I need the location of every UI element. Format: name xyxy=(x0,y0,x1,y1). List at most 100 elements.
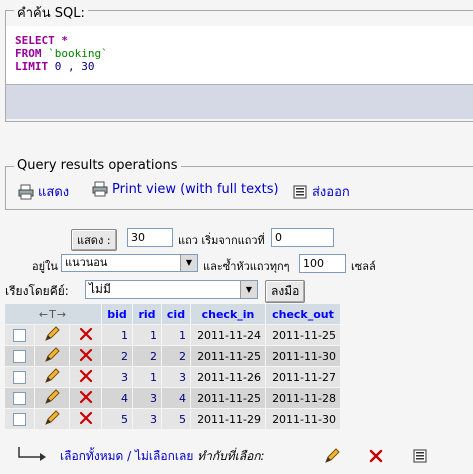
column-header-bid[interactable]: bid xyxy=(102,304,132,324)
delete-cell xyxy=(70,325,101,345)
print-link[interactable]: แสดง xyxy=(18,181,69,202)
row-select-cell xyxy=(5,346,35,366)
edit-cell xyxy=(35,325,70,345)
export-icon xyxy=(292,184,308,200)
delete-cell xyxy=(70,409,101,429)
start-row-input[interactable]: 0 xyxy=(271,228,334,247)
table-row: 2 2 2 2011-11-25 2011-11-30 xyxy=(5,346,340,366)
column-header-cid[interactable]: cid xyxy=(162,304,190,324)
table-row: 3 1 3 2011-11-26 2011-11-27 xyxy=(5,367,340,387)
row-select-cell xyxy=(5,367,35,387)
start-row-label: แถว เริ่มจากแถวที่ xyxy=(178,234,265,247)
cell-rid: 3 xyxy=(133,388,161,408)
delete-icon[interactable] xyxy=(79,327,93,344)
cell-bid: 4 xyxy=(102,388,132,408)
cell-check-in: 2011-11-25 xyxy=(191,346,265,366)
edit-icon[interactable] xyxy=(44,367,60,387)
cell-cid: 2 xyxy=(162,346,190,366)
table-row: 5 3 5 2011-11-29 2011-11-30 xyxy=(5,409,340,429)
table-row: 1 1 1 2011-11-24 2011-11-25 xyxy=(5,325,340,345)
edit-cell xyxy=(35,346,70,366)
print-view-link[interactable]: Print view (with full texts) xyxy=(92,181,279,197)
delete-icon[interactable] xyxy=(79,348,93,365)
row-checkbox[interactable] xyxy=(13,370,27,384)
edit-cell xyxy=(35,367,70,387)
delete-icon[interactable] xyxy=(79,390,93,407)
sort-key-select[interactable]: ไม่มี ▼ xyxy=(85,280,258,299)
edit-icon[interactable] xyxy=(44,388,60,408)
export-selected-icon[interactable] xyxy=(412,448,428,467)
sql-line-limit: LIMIT 0 , 30 xyxy=(15,60,95,73)
cell-check-out: 2011-11-28 xyxy=(266,388,340,408)
select-arrow-icon xyxy=(18,447,48,464)
cell-bid: 3 xyxy=(102,367,132,387)
export-link[interactable]: ส่งออก xyxy=(292,181,350,202)
cell-check-out: 2011-11-30 xyxy=(266,346,340,366)
edit-icon[interactable] xyxy=(44,346,60,366)
row-checkbox[interactable] xyxy=(13,412,27,426)
edit-cell xyxy=(35,388,70,408)
table-header-row: ←T→ bid rid cid check_in check_out xyxy=(5,304,340,324)
row-checkbox[interactable] xyxy=(13,391,27,405)
sort-key-label: เรียงโดยคีย์: xyxy=(5,284,69,298)
display-mode-select[interactable]: แนวนอน ▼ xyxy=(61,254,198,272)
cell-rid: 3 xyxy=(133,409,161,429)
chevron-down-icon: ▼ xyxy=(240,281,257,298)
cell-bid: 5 xyxy=(102,409,132,429)
table-row: 4 3 4 2011-11-25 2011-11-28 xyxy=(5,388,340,408)
display-mode-label: อยู่ใน xyxy=(32,260,58,273)
cell-cid: 4 xyxy=(162,388,190,408)
cell-cid: 1 xyxy=(162,325,190,345)
delete-icon[interactable] xyxy=(79,411,93,428)
cell-rid: 1 xyxy=(133,325,161,345)
sql-line-from: FROM `booking` xyxy=(15,47,108,60)
column-header-check-in[interactable]: check_in xyxy=(191,304,265,324)
edit-cell xyxy=(35,409,70,429)
column-navigation[interactable]: ←T→ xyxy=(5,304,101,324)
footer-actions: เลือกทั้งหมด / ไม่เลือกเลย ทำกับที่เลือก… xyxy=(60,449,265,463)
print-view-icon xyxy=(92,181,108,197)
row-checkbox[interactable] xyxy=(13,328,27,342)
delete-selected-icon[interactable] xyxy=(368,448,384,467)
delete-icon[interactable] xyxy=(79,369,93,386)
edit-icon[interactable] xyxy=(44,409,60,429)
cell-bid: 2 xyxy=(102,346,132,366)
with-selected-label: ทำกับที่เลือก: xyxy=(197,449,265,463)
row-select-cell xyxy=(5,409,35,429)
print-icon xyxy=(18,184,34,200)
results-table: ←T→ bid rid cid check_in check_out 1 1 1 20… xyxy=(4,303,341,430)
column-header-rid[interactable]: rid xyxy=(133,304,161,324)
rows-count-input[interactable]: 30 xyxy=(127,228,173,247)
repeat-headers-input[interactable]: 100 xyxy=(299,254,346,273)
sql-toolbar xyxy=(6,84,473,119)
cell-check-in: 2011-11-25 xyxy=(191,388,265,408)
repeat-headers-label: และซ้ำหัวแถวทุกๆ xyxy=(203,260,290,273)
delete-cell xyxy=(70,367,101,387)
cell-bid: 1 xyxy=(102,325,132,345)
cell-cid: 5 xyxy=(162,409,190,429)
go-button[interactable]: ลงมือ xyxy=(265,280,306,303)
cells-label: เซลล์ xyxy=(351,260,376,273)
sql-query-legend: คำค้น SQL: xyxy=(14,2,88,23)
cell-check-in: 2011-11-26 xyxy=(191,367,265,387)
chevron-down-icon: ▼ xyxy=(180,255,197,271)
cell-check-out: 2011-11-25 xyxy=(266,325,340,345)
edit-selected-icon[interactable] xyxy=(324,448,340,467)
row-select-cell xyxy=(5,388,35,408)
column-header-check-out[interactable]: check_out xyxy=(266,304,340,324)
sql-line-select: SELECT * xyxy=(15,34,68,47)
cell-rid: 1 xyxy=(133,367,161,387)
edit-icon[interactable] xyxy=(44,325,60,345)
check-all-link[interactable]: เลือกทั้งหมด xyxy=(60,449,123,463)
operations-legend: Query results operations xyxy=(14,158,181,173)
delete-cell xyxy=(70,346,101,366)
cell-check-in: 2011-11-29 xyxy=(191,409,265,429)
cell-check-out: 2011-11-30 xyxy=(266,409,340,429)
cell-rid: 2 xyxy=(133,346,161,366)
show-button[interactable]: แสดง : xyxy=(71,229,117,251)
row-checkbox[interactable] xyxy=(13,349,27,363)
uncheck-all-link[interactable]: ไม่เลือกเลย xyxy=(135,449,193,463)
cell-check-in: 2011-11-24 xyxy=(191,325,265,345)
row-select-cell xyxy=(5,325,35,345)
delete-cell xyxy=(70,388,101,408)
